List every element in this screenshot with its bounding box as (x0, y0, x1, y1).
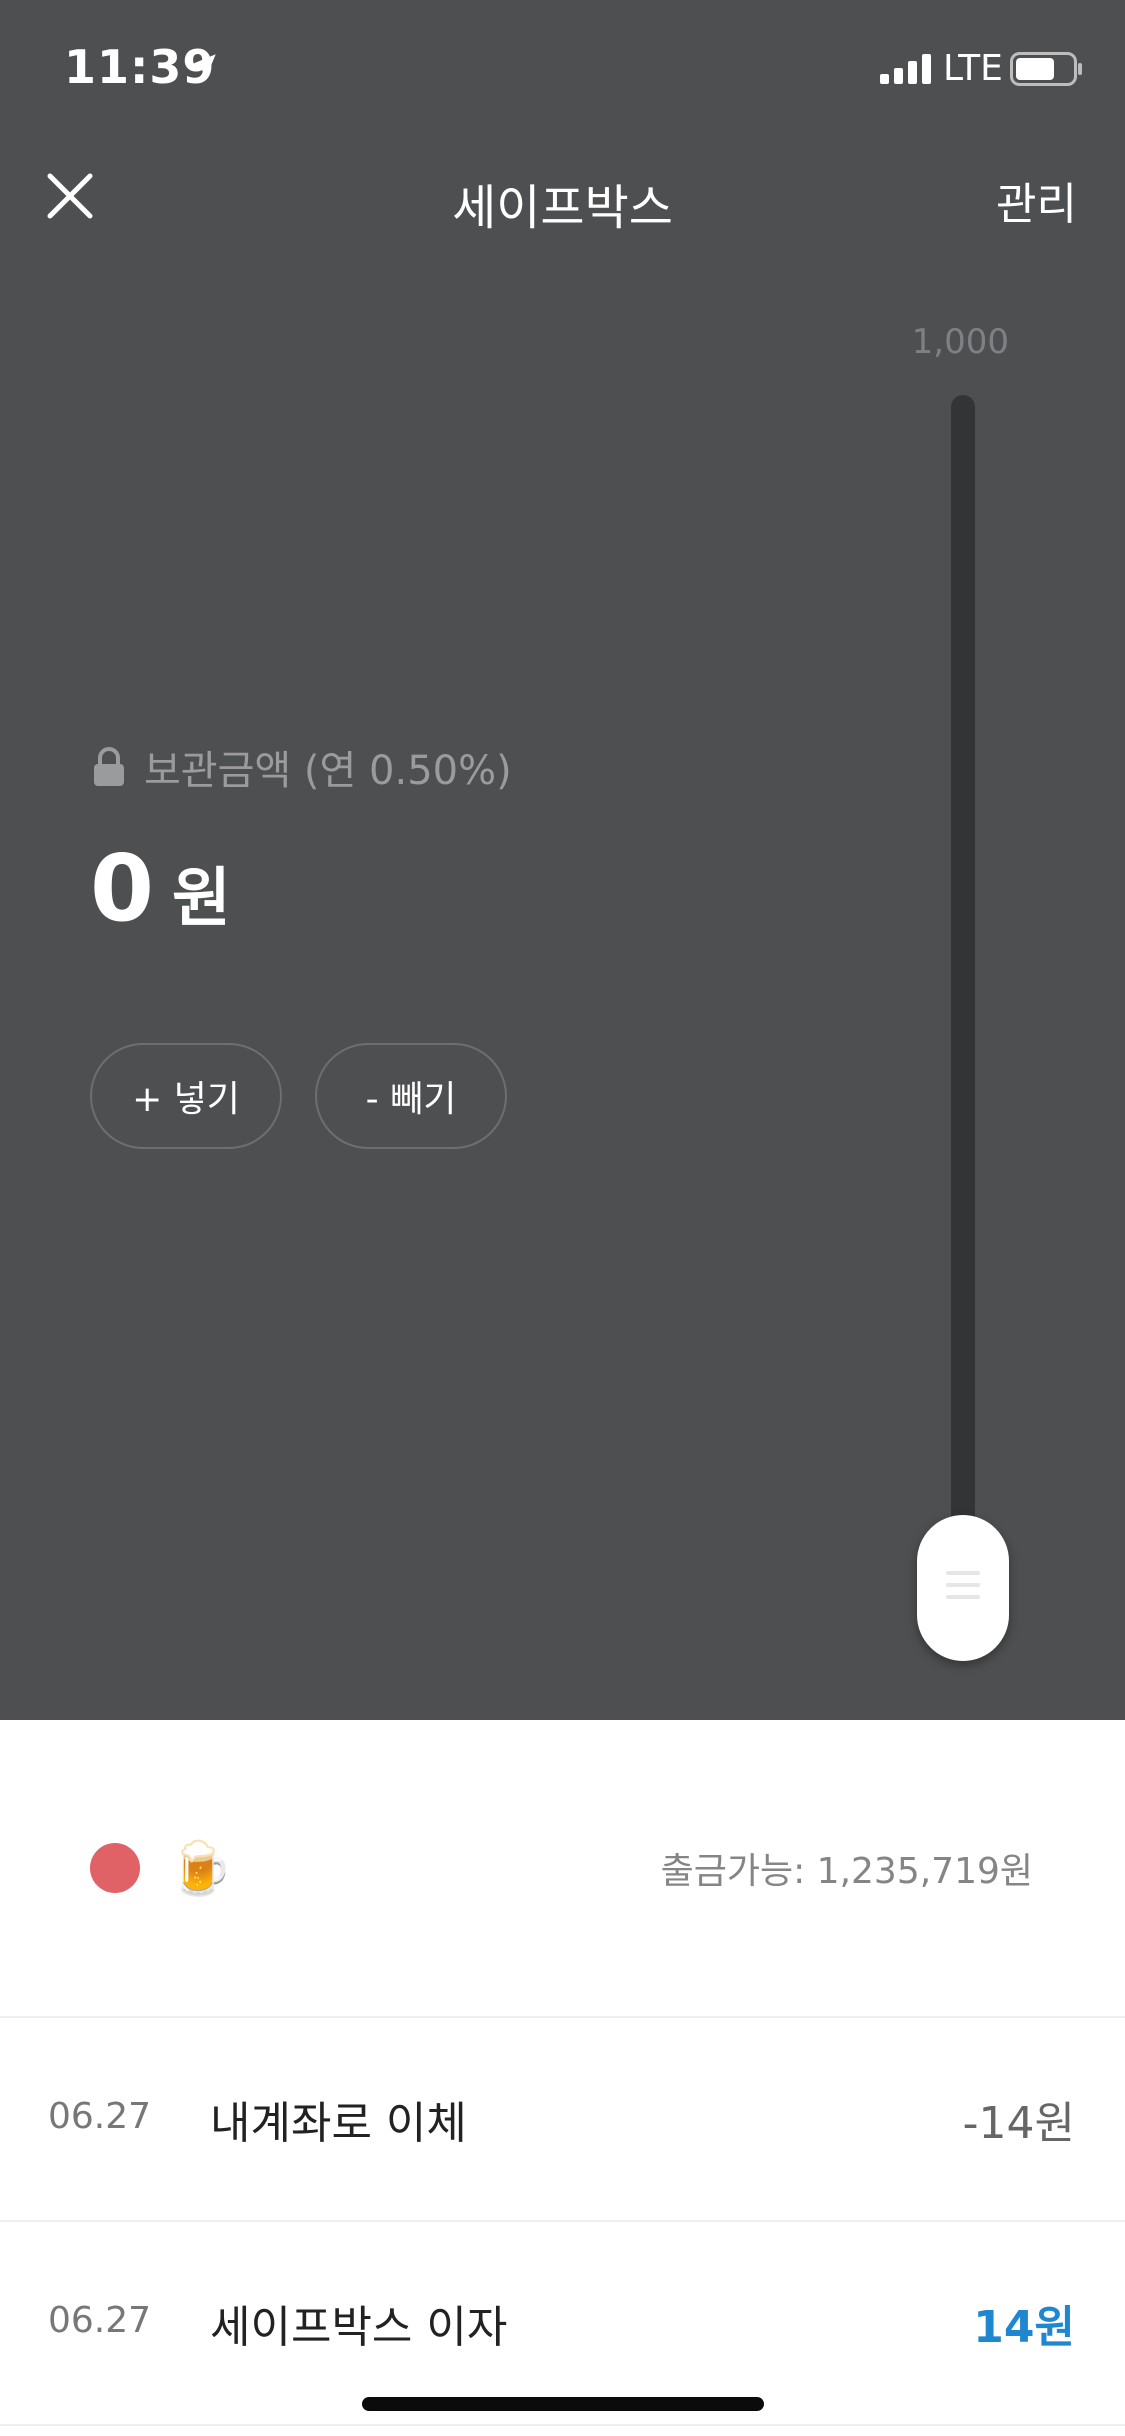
amount-slider-handle[interactable] (917, 1515, 1009, 1661)
transaction-date: 06.27 (48, 2096, 152, 2137)
page-title: 세이프박스 (452, 180, 673, 236)
location-arrow-icon (190, 54, 216, 80)
beer-emoji-icon[interactable]: 🍺 (168, 1838, 233, 1899)
transaction-date: 06.27 (48, 2300, 152, 2341)
divider (0, 2016, 1125, 2018)
grip-line (946, 1595, 980, 1599)
transaction-amount: 14원 (973, 2302, 1075, 2353)
grip-line (946, 1583, 980, 1587)
transaction-title: 내계좌로 이체 (210, 2098, 467, 2149)
account-color-dot[interactable] (90, 1843, 140, 1893)
grip-line (946, 1571, 980, 1575)
signal-bars-icon (880, 54, 931, 84)
safebox-header-panel: 11:39 LTE 세이프박스 관리 1,000 보관금액 (연 0.50%) … (0, 0, 1125, 1720)
divider (0, 2220, 1125, 2222)
manage-button[interactable]: 관리 (996, 168, 1077, 232)
balance-value: 0 (90, 835, 155, 942)
amount-slider-track[interactable] (951, 395, 975, 1545)
transaction-amount: -14원 (962, 2098, 1075, 2149)
balance-label-row: 보관금액 (연 0.50%) (92, 738, 512, 796)
transaction-title: 세이프박스 이자 (210, 2302, 508, 2353)
withdraw-button[interactable]: - 빼기 (315, 1043, 507, 1149)
divider (0, 2424, 1125, 2426)
balance-unit: 원 (172, 862, 231, 936)
network-type: LTE (943, 48, 1003, 89)
lock-icon (94, 747, 124, 786)
battery-icon (1010, 52, 1082, 86)
balance-amount: 0 원 (90, 835, 231, 942)
slider-max-label: 1,000 (911, 322, 1009, 362)
deposit-button[interactable]: + 넣기 (90, 1043, 282, 1149)
available-balance: 출금가능: 1,235,719원 (660, 1851, 1033, 1892)
balance-label: 보관금액 (연 0.50%) (144, 748, 512, 794)
home-indicator[interactable] (362, 2397, 764, 2411)
